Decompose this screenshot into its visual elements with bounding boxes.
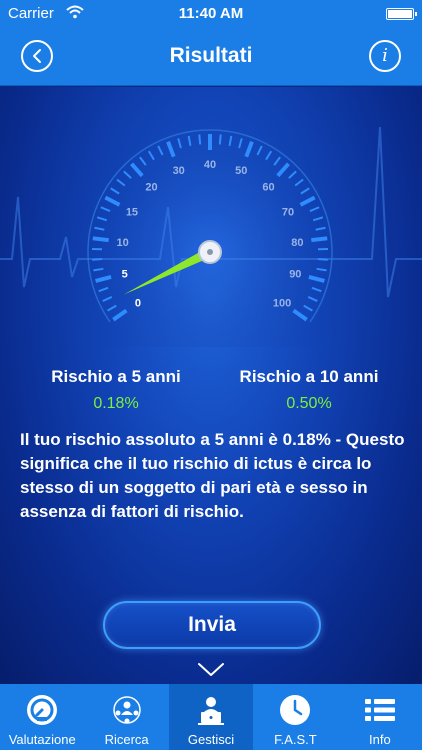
risk-gauge: 0 5 10 15 20 30 40 50 60 70 80 90 100	[0, 102, 422, 347]
tab-ricerca[interactable]: Ricerca	[84, 684, 168, 750]
gauge-minor-tick	[218, 134, 222, 145]
gauge-scale-label: 5	[122, 269, 128, 281]
send-button[interactable]: Invia	[103, 601, 321, 649]
tab-label: Gestisci	[187, 732, 235, 747]
info-button[interactable]: i	[369, 40, 401, 72]
gauge-minor-tick	[92, 258, 103, 261]
tab-gestisci[interactable]: Gestisci	[168, 684, 254, 750]
status-time: 11:40 AM	[178, 5, 244, 22]
tab-label: Valutazione	[8, 732, 76, 747]
user-laptop-icon	[198, 697, 225, 725]
gauge-major-tick	[92, 236, 109, 243]
chevron-down-icon[interactable]	[196, 661, 226, 679]
status-bar: Carrier 11:40 AM	[0, 0, 422, 28]
ten-year-risk: Rischio a 10 anni 0.50%	[226, 367, 392, 413]
gauge-scale-label: 15	[126, 206, 138, 218]
gauge-major-tick	[311, 236, 328, 243]
gauge-minor-tick	[317, 258, 328, 261]
gauge-scale-label: 40	[204, 159, 216, 171]
five-year-risk-value: 0.18%	[93, 395, 139, 412]
gauge-scale-label: 0	[135, 297, 141, 309]
ten-year-risk-value: 0.50%	[286, 395, 332, 412]
tab-label: Info	[368, 732, 391, 747]
results-content: 0 5 10 15 20 30 40 50 60 70 80 90 100 Rischio a 5 an…	[0, 87, 422, 684]
gauge-minor-tick	[198, 134, 202, 145]
battery-icon	[386, 8, 417, 20]
gauge-scale-label: 80	[291, 237, 303, 249]
ten-year-risk-label: Rischio a 10 anni	[239, 367, 379, 386]
gauge-scale-label: 20	[145, 181, 157, 193]
list-icon	[364, 699, 395, 721]
tab-info[interactable]: Info	[338, 684, 422, 750]
gauge-scale-label: 50	[235, 165, 247, 177]
tab-fast[interactable]: F.A.S.T	[253, 684, 337, 750]
send-button-label: Invia	[188, 613, 236, 636]
navigation-bar: Risultati i	[0, 28, 422, 86]
clock-icon	[280, 695, 311, 725]
gauge-needle-hub-center	[207, 249, 213, 255]
gauge-scale-label: 70	[282, 206, 294, 218]
tab-label: F.A.S.T	[274, 732, 317, 747]
gauge-scale-label: 60	[262, 181, 274, 193]
gauge-icon	[27, 695, 58, 725]
gauge-scale-label: 90	[289, 269, 301, 281]
gauge-scale-label: 100	[273, 297, 291, 309]
tab-bar: Valutazione Ricerca Gestisci F.A.S.T Inf…	[0, 684, 422, 750]
people-network-icon	[112, 696, 141, 724]
five-year-risk: Rischio a 5 anni 0.18%	[36, 367, 196, 413]
page-title: Risultati	[169, 44, 253, 67]
gauge-scale-label: 30	[173, 165, 185, 177]
risk-explanation-text: Il tuo rischio assoluto a 5 anni è 0.18%…	[20, 430, 405, 521]
five-year-risk-label: Rischio a 5 anni	[51, 367, 181, 386]
tab-label: Ricerca	[104, 732, 149, 747]
tab-valutazione[interactable]: Valutazione	[0, 684, 84, 750]
gauge-scale-label: 10	[116, 237, 128, 249]
info-icon: i	[382, 45, 388, 66]
